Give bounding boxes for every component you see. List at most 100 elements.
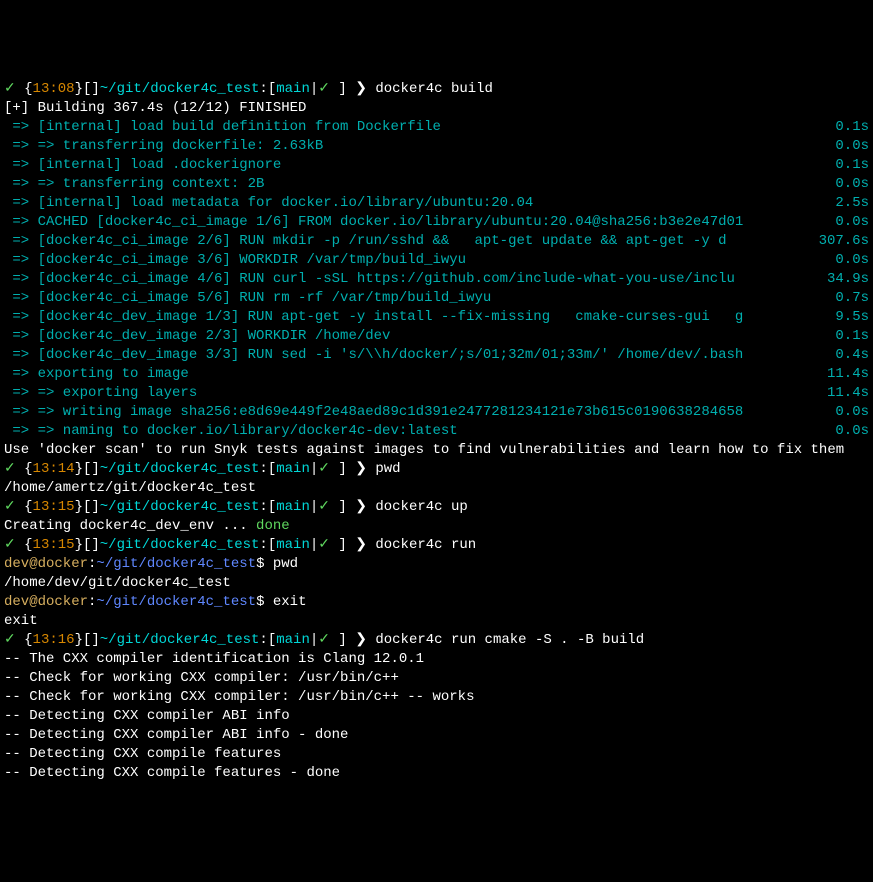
- build-step-text: => [internal] load build definition from…: [4, 118, 441, 137]
- build-step-time: 11.4s: [827, 365, 869, 384]
- git-branch: main: [276, 81, 310, 97]
- command-input[interactable]: docker4c run cmake -S . -B build: [375, 632, 644, 648]
- build-step-text: => [docker4c_dev_image 1/3] RUN apt-get …: [4, 308, 743, 327]
- build-step-text: => [docker4c_ci_image 2/6] RUN mkdir -p …: [4, 232, 727, 251]
- shell-prompt: ✓ {13:14}[]~/git/docker4c_test:[main|✓ ]…: [4, 460, 869, 479]
- cmake-output: -- Detecting CXX compiler ABI info - don…: [4, 726, 869, 745]
- dollar: $: [256, 594, 273, 610]
- build-step-time: 0.7s: [835, 289, 869, 308]
- bracket: }[]: [75, 499, 100, 515]
- build-step: => [docker4c_ci_image 2/6] RUN mkdir -p …: [4, 232, 869, 251]
- prompt-arrow-icon: ❯: [355, 81, 375, 97]
- build-step-time: 9.5s: [835, 308, 869, 327]
- build-step-text: => [docker4c_dev_image 3/3] RUN sed -i '…: [4, 346, 743, 365]
- docker-path: ~/git/docker4c_test: [96, 594, 256, 610]
- command-input[interactable]: exit: [273, 594, 307, 610]
- bracket: :[: [259, 499, 276, 515]
- bracket: :[: [259, 81, 276, 97]
- sep: |: [310, 537, 318, 553]
- cmake-output: -- Check for working CXX compiler: /usr/…: [4, 688, 869, 707]
- prompt-path: ~/git/docker4c_test: [100, 499, 260, 515]
- cmake-output: -- Detecting CXX compiler ABI info: [4, 707, 869, 726]
- build-step-text: => => transferring dockerfile: 2.63kB: [4, 137, 323, 156]
- docker-shell-prompt: dev@docker:~/git/docker4c_test$ exit: [4, 593, 869, 612]
- build-step: => => transferring dockerfile: 2.63kB 0.0…: [4, 137, 869, 156]
- build-step-time: 0.0s: [835, 137, 869, 156]
- sep: |: [310, 81, 318, 97]
- shell-prompt: ✓ {13:15}[]~/git/docker4c_test:[main|✓ ]…: [4, 536, 869, 555]
- git-clean-icon: ✓: [318, 632, 330, 648]
- build-step-text: => => exporting layers: [4, 384, 197, 403]
- bracket: ]: [330, 499, 355, 515]
- prompt-arrow-icon: ❯: [355, 537, 375, 553]
- brace: {: [24, 499, 32, 515]
- build-step-text: => [docker4c_dev_image 2/3] WORKDIR /hom…: [4, 327, 390, 346]
- build-step: => CACHED [docker4c_ci_image 1/6] FROM d…: [4, 213, 869, 232]
- command-input[interactable]: pwd: [273, 556, 298, 572]
- build-step: => [internal] load .dockerignore0.1s: [4, 156, 869, 175]
- command-input[interactable]: docker4c run: [375, 537, 476, 553]
- docker-user-host: dev@docker: [4, 594, 88, 610]
- build-step-time: 34.9s: [827, 270, 869, 289]
- prompt-time: 13:08: [33, 81, 75, 97]
- build-step-text: => [docker4c_ci_image 5/6] RUN rm -rf /v…: [4, 289, 491, 308]
- bracket: :[: [259, 537, 276, 553]
- pwd-output: /home/dev/git/docker4c_test: [4, 574, 869, 593]
- docker-path: ~/git/docker4c_test: [96, 556, 256, 572]
- build-step-time: 0.0s: [835, 175, 869, 194]
- sep: |: [310, 461, 318, 477]
- git-branch: main: [276, 499, 310, 515]
- prompt-path: ~/git/docker4c_test: [100, 81, 260, 97]
- git-branch: main: [276, 461, 310, 477]
- creating-prefix: Creating docker4c_dev_env ...: [4, 518, 256, 534]
- dollar: $: [256, 556, 273, 572]
- bracket: }[]: [75, 81, 100, 97]
- git-branch: main: [276, 537, 310, 553]
- command-input[interactable]: docker4c build: [375, 81, 493, 97]
- cmake-output: -- Detecting CXX compile features - done: [4, 764, 869, 783]
- pwd-output: /home/amertz/git/docker4c_test: [4, 479, 869, 498]
- build-header: [+] Building 367.4s (12/12) FINISHED: [4, 99, 869, 118]
- git-branch: main: [276, 632, 310, 648]
- terminal-output: ✓ {13:08}[]~/git/docker4c_test:[main|✓ ]…: [4, 80, 869, 783]
- build-step: => [docker4c_ci_image 3/6] WORKDIR /var/…: [4, 251, 869, 270]
- sep: |: [310, 499, 318, 515]
- brace: {: [24, 81, 32, 97]
- build-step-text: => [internal] load metadata for docker.i…: [4, 194, 533, 213]
- build-step: => [docker4c_ci_image 5/6] RUN rm -rf /v…: [4, 289, 869, 308]
- git-clean-icon: ✓: [318, 499, 330, 515]
- build-step-text: => exporting to image: [4, 365, 189, 384]
- build-step: => [docker4c_dev_image 1/3] RUN apt-get …: [4, 308, 869, 327]
- command-input[interactable]: pwd: [375, 461, 400, 477]
- bracket: }[]: [75, 632, 100, 648]
- build-step: => [docker4c_dev_image 3/3] RUN sed -i '…: [4, 346, 869, 365]
- prompt-time: 13:15: [33, 537, 75, 553]
- build-step-time: 0.0s: [835, 403, 869, 422]
- bracket: ]: [330, 461, 355, 477]
- command-input[interactable]: docker4c up: [375, 499, 467, 515]
- check-icon: ✓: [4, 499, 24, 515]
- build-step: => [internal] load build definition from…: [4, 118, 869, 137]
- prompt-arrow-icon: ❯: [355, 499, 375, 515]
- build-step-text: => [docker4c_ci_image 4/6] RUN curl -sSL…: [4, 270, 735, 289]
- check-icon: ✓: [4, 537, 24, 553]
- build-step: => => writing image sha256:e8d69e449f2e4…: [4, 403, 869, 422]
- bracket: :[: [259, 632, 276, 648]
- cmake-output: -- The CXX compiler identification is Cl…: [4, 650, 869, 669]
- compose-creating: Creating docker4c_dev_env ... done: [4, 517, 869, 536]
- build-step: => => naming to docker.io/library/docker…: [4, 422, 869, 441]
- check-icon: ✓: [4, 81, 24, 97]
- build-step-time: 0.0s: [835, 422, 869, 441]
- check-icon: ✓: [4, 461, 24, 477]
- docker-user-host: dev@docker: [4, 556, 88, 572]
- exit-output: exit: [4, 612, 869, 631]
- build-step-text: => [internal] load .dockerignore: [4, 156, 281, 175]
- build-step-text: => [docker4c_ci_image 3/6] WORKDIR /var/…: [4, 251, 466, 270]
- shell-prompt: ✓ {13:15}[]~/git/docker4c_test:[main|✓ ]…: [4, 498, 869, 517]
- build-step-text: => CACHED [docker4c_ci_image 1/6] FROM d…: [4, 213, 743, 232]
- brace: {: [24, 632, 32, 648]
- shell-prompt: ✓ {13:16}[]~/git/docker4c_test:[main|✓ ]…: [4, 631, 869, 650]
- cmake-output: -- Detecting CXX compile features: [4, 745, 869, 764]
- bracket: ]: [330, 632, 355, 648]
- brace: {: [24, 537, 32, 553]
